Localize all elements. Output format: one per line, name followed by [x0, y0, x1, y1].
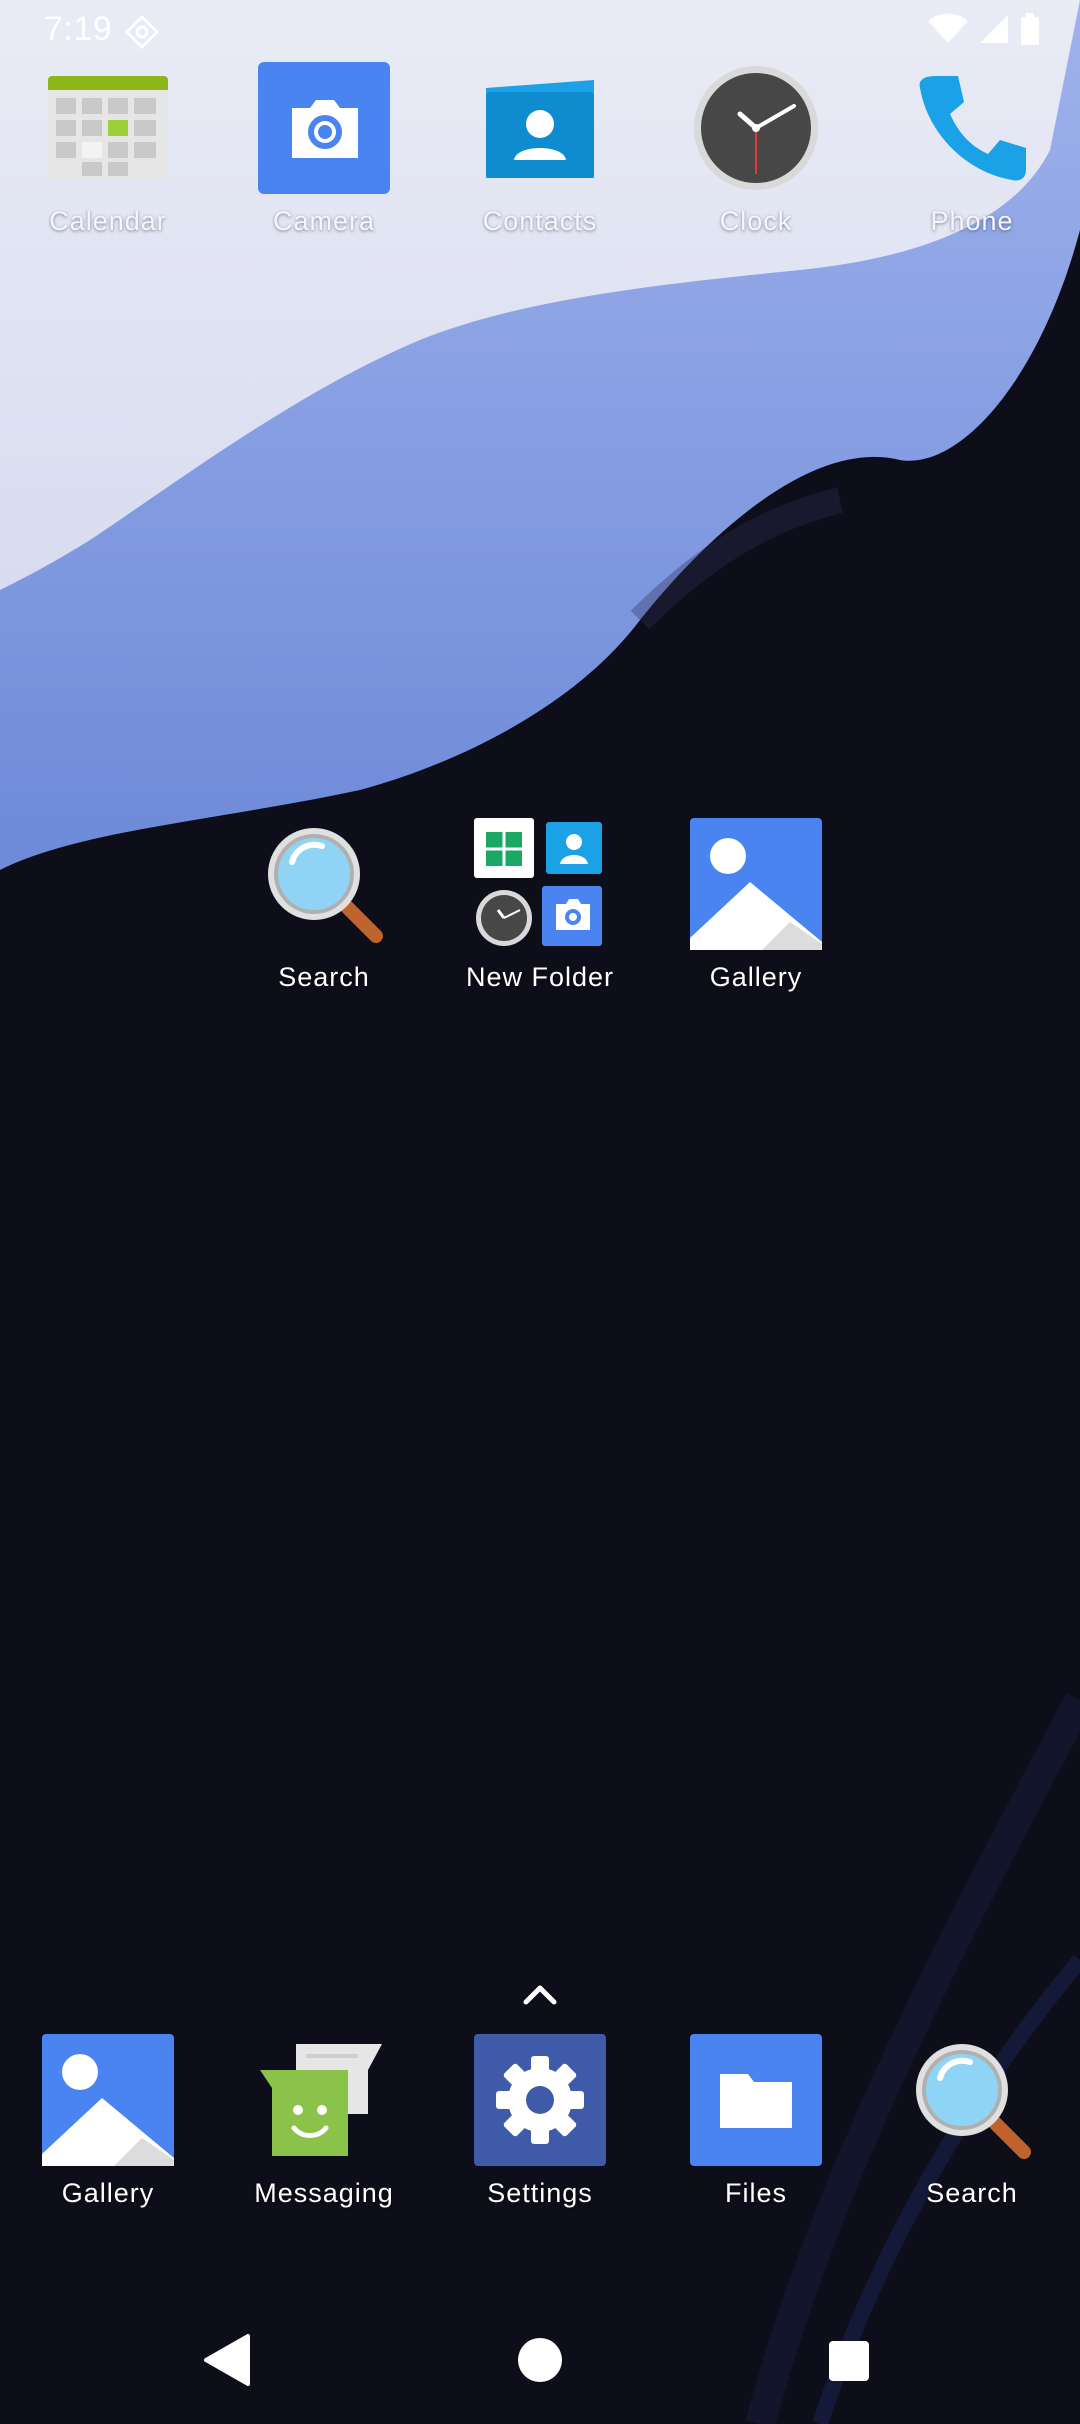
app-label: Search — [926, 2178, 1018, 2208]
wifi-icon — [928, 13, 968, 54]
contacts-icon — [474, 62, 606, 194]
app-gallery[interactable]: Gallery — [656, 818, 856, 993]
app-label: Settings — [487, 2178, 593, 2208]
recents-icon[interactable] — [828, 2340, 870, 2387]
files-icon — [690, 2034, 822, 2166]
settings-gear-icon — [124, 14, 160, 59]
messaging-icon — [258, 2034, 390, 2166]
dock-app-files[interactable]: Files — [656, 2034, 856, 2209]
dock-app-messaging[interactable]: Messaging — [224, 2034, 424, 2209]
app-contacts[interactable]: Contacts — [440, 62, 640, 237]
gallery-icon — [690, 818, 822, 950]
dock-app-gallery[interactable]: Gallery — [8, 2034, 208, 2209]
cellular-signal-icon — [978, 13, 1010, 54]
status-time: 7:19 — [44, 10, 113, 48]
app-label: Clock — [719, 206, 793, 236]
app-label: Calendar — [49, 206, 167, 236]
app-calendar[interactable]: Calendar — [8, 62, 208, 237]
app-camera[interactable]: Camera — [224, 62, 424, 237]
phone-icon — [906, 62, 1038, 194]
app-label: Camera — [272, 206, 376, 236]
app-label: Phone — [930, 206, 1014, 236]
calendar-icon — [42, 62, 174, 194]
app-label: Contacts — [482, 206, 598, 236]
app-label: Messaging — [254, 2178, 394, 2208]
app-label: Files — [724, 2178, 787, 2208]
app-search[interactable]: Search — [224, 818, 424, 993]
gallery-icon — [42, 2034, 174, 2166]
magnifier-icon — [906, 2034, 1038, 2166]
magnifier-icon — [258, 818, 390, 950]
folder-new-folder[interactable]: New Folder — [440, 818, 640, 993]
app-label: Gallery — [61, 2178, 155, 2208]
folder-label: New Folder — [465, 962, 615, 992]
camera-icon — [258, 62, 390, 194]
dock-app-search[interactable]: Search — [872, 2034, 1072, 2209]
settings-icon — [474, 2034, 606, 2166]
clock-icon — [690, 62, 822, 194]
app-label: Search — [278, 962, 370, 992]
home-icon[interactable] — [516, 2336, 564, 2389]
app-clock[interactable]: Clock — [656, 62, 856, 237]
all-apps-chevron-up-icon[interactable] — [520, 1980, 560, 2013]
app-phone[interactable]: Phone — [872, 62, 1072, 237]
status-bar: 7:19 — [0, 0, 1080, 62]
back-icon[interactable] — [200, 2332, 252, 2393]
navigation-bar — [0, 2300, 1080, 2424]
app-label: Gallery — [709, 962, 803, 992]
battery-icon — [1020, 13, 1040, 54]
dock-app-settings[interactable]: Settings — [440, 2034, 640, 2209]
folder-preview-icon — [474, 818, 606, 950]
